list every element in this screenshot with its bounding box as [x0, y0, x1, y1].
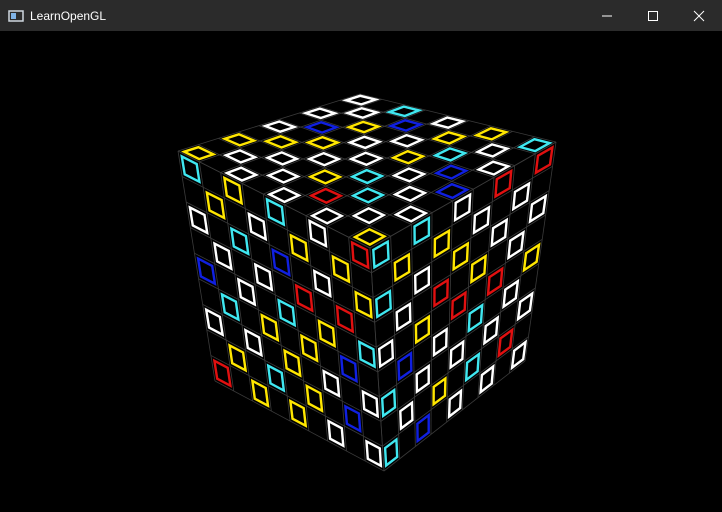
cell-outline [528, 193, 548, 224]
cube-render [177, 93, 557, 472]
cell-outline [344, 404, 362, 433]
cell-outline [395, 301, 412, 332]
grid-line [382, 336, 529, 447]
cell-outline [397, 351, 413, 382]
close-button[interactable] [676, 0, 722, 31]
cell-outline [479, 363, 495, 395]
cell-outline [486, 266, 504, 297]
cell-outline [429, 116, 467, 129]
minimize-icon [602, 15, 612, 16]
cell-outline [222, 149, 259, 164]
cell-outline [483, 315, 500, 346]
cell-outline [361, 389, 380, 419]
cell-outline [413, 216, 431, 246]
cell-outline [507, 230, 525, 261]
cell-outline [502, 278, 520, 310]
cell-outline [221, 133, 258, 147]
cell-outline [380, 387, 397, 419]
cell-outline [433, 164, 470, 180]
cell-outline [475, 160, 512, 176]
cell-outline [510, 339, 528, 371]
cell-outline [430, 131, 468, 145]
grid-line [369, 247, 385, 472]
grid-line [380, 312, 533, 422]
cell-outline [522, 242, 541, 273]
gl-viewport[interactable] [0, 31, 722, 512]
cell-outline [474, 143, 511, 158]
cell-outline [327, 419, 345, 448]
grid-line [206, 329, 382, 422]
cell-outline [322, 369, 341, 398]
grid-line [383, 360, 526, 472]
title-bar[interactable]: LearnOpenGL [0, 0, 722, 31]
app-icon [8, 8, 24, 24]
cell-outline [375, 289, 392, 319]
cell-outline [432, 147, 469, 162]
minimize-button[interactable] [584, 0, 630, 31]
window-controls [584, 0, 722, 31]
cell-outline [511, 181, 531, 212]
cell-outline [180, 145, 217, 161]
cell-outline [516, 137, 553, 153]
window-title: LearnOpenGL [30, 8, 107, 23]
grid-line [190, 227, 375, 323]
cell-outline [534, 145, 554, 175]
cell-outline [339, 354, 358, 384]
cell-outline [497, 327, 514, 359]
cell-outline [413, 265, 430, 296]
close-icon [693, 10, 705, 21]
grid-line [199, 98, 382, 163]
cell-outline [377, 338, 395, 369]
cell-outline [473, 127, 510, 141]
cell-outline [516, 290, 534, 322]
grid-line [348, 237, 366, 462]
grid-line [326, 226, 347, 452]
grid-line [198, 278, 378, 373]
cell-outline [365, 439, 383, 468]
grid-line [241, 109, 426, 184]
grid-line [430, 212, 433, 435]
maximize-icon [648, 10, 658, 21]
cell-outline [223, 166, 260, 182]
cell-outline [393, 252, 411, 283]
cell-outline [372, 239, 390, 270]
cell-outline [354, 290, 373, 320]
cell-outline [357, 339, 376, 369]
app-window: LearnOpenGL [0, 0, 722, 512]
maximize-button[interactable] [630, 0, 676, 31]
grid-line [319, 106, 515, 166]
grid-line [177, 150, 216, 382]
